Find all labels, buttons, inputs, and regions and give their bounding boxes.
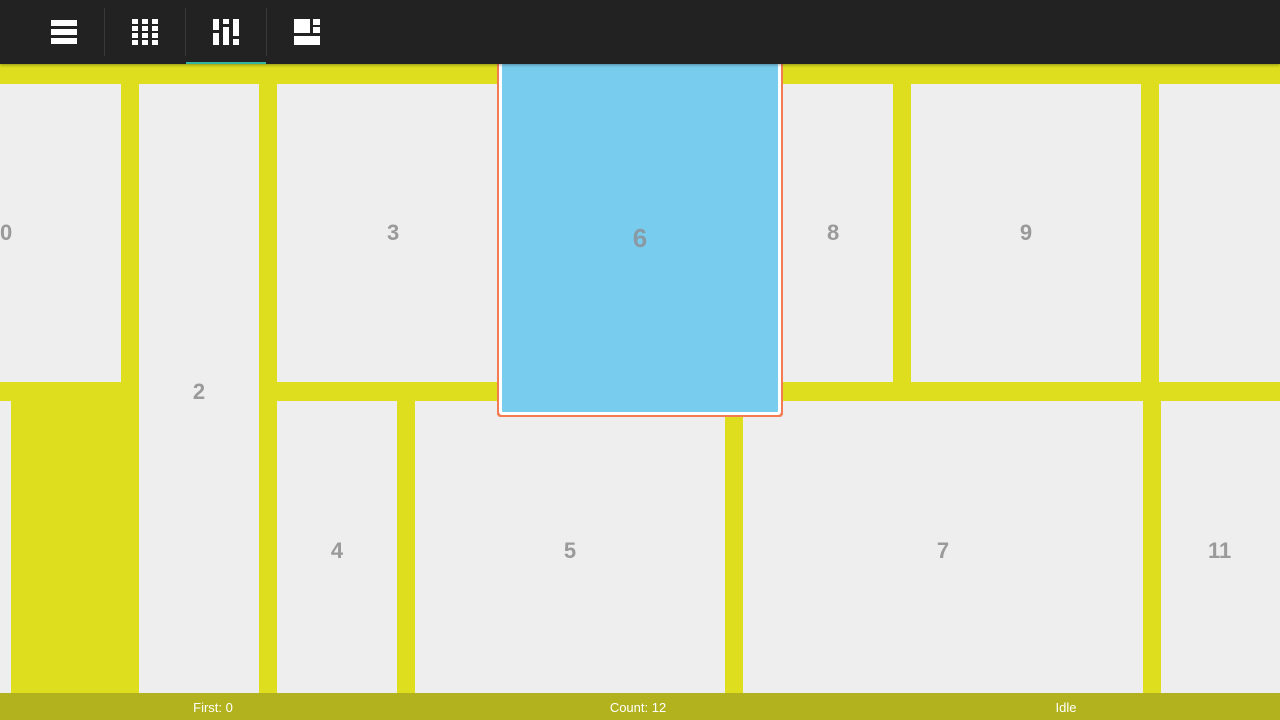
item-label: 3 <box>387 220 400 245</box>
item-label: 8 <box>827 220 840 245</box>
grid-item[interactable]: 5 <box>415 401 725 700</box>
item-label: 9 <box>1019 220 1033 245</box>
grid-item[interactable]: 7 <box>743 401 1143 700</box>
grid-item[interactable]: 4 <box>277 401 397 700</box>
spannable-grid-icon <box>294 19 320 45</box>
recycler-grid[interactable]: 0 2 3 4 5 7 8 9 11 6 <box>0 64 1280 720</box>
grid-item[interactable]: 11 <box>1161 401 1280 700</box>
item-label: 2 <box>192 379 206 404</box>
layout-toolbar <box>0 0 1280 64</box>
grid-icon <box>132 19 158 45</box>
staggered-grid-icon <box>213 19 239 45</box>
item-label: 6 <box>632 222 648 253</box>
grid-item[interactable]: 0 <box>0 84 121 382</box>
item-label: 0 <box>0 220 13 245</box>
list-layout-tab[interactable] <box>24 0 104 64</box>
first-position-text: First: 0 <box>193 700 233 715</box>
grid-item[interactable]: 9 <box>911 84 1141 382</box>
scroll-state-text: Idle <box>1055 700 1077 715</box>
list-icon <box>51 20 77 44</box>
item-label: 11 <box>1208 537 1232 563</box>
grid-layout-tab[interactable] <box>105 0 185 64</box>
grid-item[interactable] <box>0 401 11 701</box>
spannable-grid-layout-tab[interactable] <box>267 0 347 64</box>
grid-item[interactable]: 3 <box>277 84 508 382</box>
grid-item[interactable]: 2 <box>139 84 259 700</box>
item-label: 7 <box>936 537 950 563</box>
item-label: 5 <box>563 537 577 563</box>
grid-item[interactable]: 8 <box>770 84 893 382</box>
item-label: 4 <box>330 537 344 563</box>
grid-item[interactable] <box>1159 84 1280 382</box>
staggered-grid-layout-tab[interactable] <box>186 0 266 64</box>
selected-grid-item[interactable]: 6 <box>502 64 778 412</box>
item-count-text: Count: 12 <box>609 700 667 715</box>
status-bar: First: 0 Count: 12 Idle <box>0 693 1280 720</box>
